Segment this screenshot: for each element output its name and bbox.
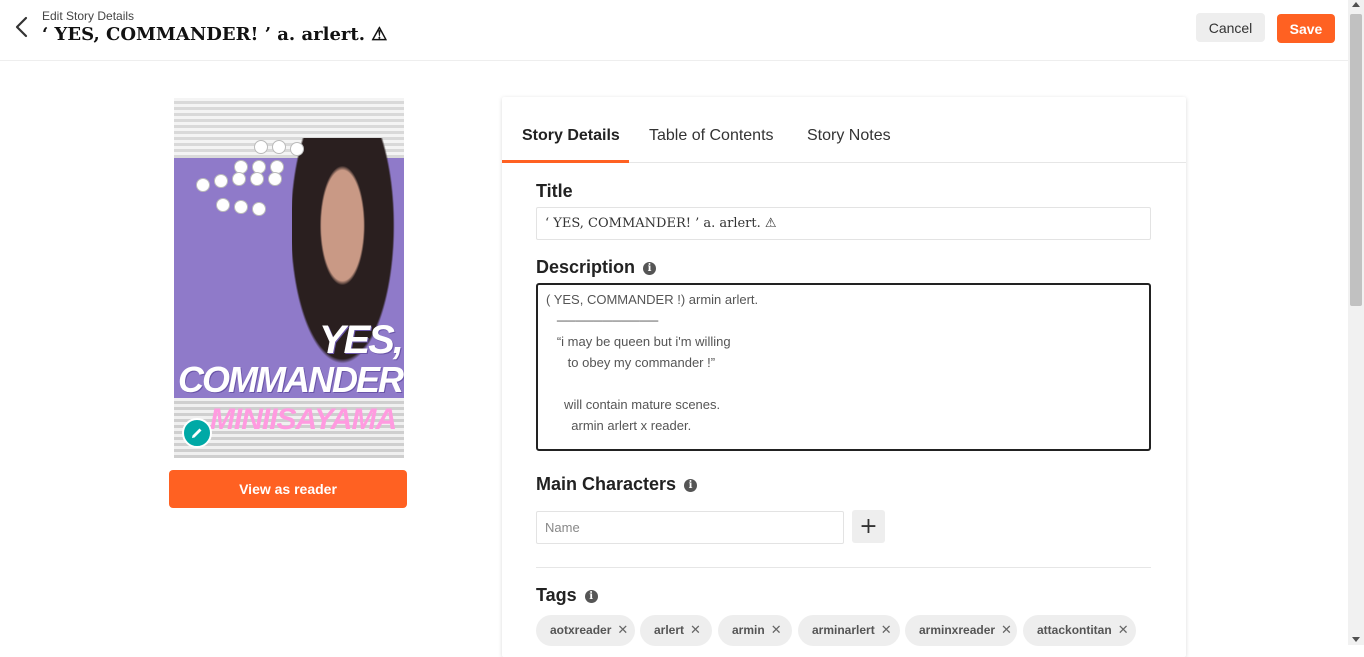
tags-label: Tags <box>536 585 577 605</box>
scroll-down-arrow-icon[interactable] <box>1352 637 1360 642</box>
tag-chip[interactable]: attackontitan ✕ <box>1023 615 1136 646</box>
tab-story-notes[interactable]: Story Notes <box>807 127 891 145</box>
cover-author-line: MINIISAYAMA <box>209 403 397 436</box>
description-label-row: Description i <box>536 257 657 278</box>
story-details-panel: Story Details Table of Contents Story No… <box>502 97 1186 657</box>
remove-tag-icon[interactable]: ✕ <box>1118 623 1129 638</box>
tag-list: aotxreader ✕ arlert ✕ armin ✕ arminarlert ✕ … <box>536 615 1176 647</box>
title-label: Title <box>536 181 573 201</box>
tags-label-row: Tags i <box>536 585 598 606</box>
page-scrollbar[interactable] <box>1348 0 1364 645</box>
active-tab-indicator <box>502 160 629 163</box>
main-characters-label-row: Main Characters i <box>536 474 698 495</box>
tag-chip[interactable]: arminarlert ✕ <box>798 615 900 646</box>
info-icon[interactable]: i <box>584 590 598 603</box>
cover-letter-beads <box>194 138 304 218</box>
tag-chip[interactable]: arminxreader ✕ <box>905 615 1017 646</box>
edit-cover-pencil-icon[interactable] <box>182 418 212 448</box>
scrollbar-thumb[interactable] <box>1350 14 1362 306</box>
remove-tag-icon[interactable]: ✕ <box>771 623 782 638</box>
cover-title-line1: YES, <box>318 318 404 362</box>
tab-table-of-contents[interactable]: Table of Contents <box>649 127 774 145</box>
cover-title-line2: COMMANDER <box>178 359 404 400</box>
tab-story-details[interactable]: Story Details <box>522 127 620 145</box>
breadcrumb: Edit Story Details <box>42 9 135 23</box>
tag-chip[interactable]: armin ✕ <box>718 615 792 646</box>
remove-tag-icon[interactable]: ✕ <box>1001 623 1012 638</box>
tag-chip[interactable]: aotxreader ✕ <box>536 615 635 646</box>
title-input[interactable]: ‘ YES, COMMANDER! ’ a. arlert. ⚠ <box>536 207 1151 240</box>
story-cover-image: YES, COMMANDER MINIISAYAMA <box>174 98 404 458</box>
page-title: ‘ YES, COMMANDER! ’ a. arlert. ⚠ <box>42 24 388 45</box>
character-name-input[interactable]: Name <box>536 511 844 544</box>
save-button[interactable]: Save <box>1277 14 1335 43</box>
tag-chip[interactable]: arlert ✕ <box>640 615 712 646</box>
scroll-up-arrow-icon[interactable] <box>1352 2 1360 7</box>
remove-tag-icon[interactable]: ✕ <box>690 623 701 638</box>
back-arrow-icon[interactable] <box>12 14 32 40</box>
tab-bar: Story Details Table of Contents Story No… <box>502 97 1186 163</box>
info-icon[interactable]: i <box>643 262 657 275</box>
section-divider <box>536 567 1151 568</box>
add-character-button[interactable]: + <box>852 510 885 543</box>
info-icon[interactable]: i <box>684 479 698 492</box>
description-label: Description <box>536 257 636 277</box>
remove-tag-icon[interactable]: ✕ <box>881 623 892 638</box>
top-bar: Edit Story Details ‘ YES, COMMANDER! ’ a… <box>0 0 1348 61</box>
remove-tag-icon[interactable]: ✕ <box>617 623 628 638</box>
cancel-button[interactable]: Cancel <box>1196 13 1265 42</box>
main-characters-label: Main Characters <box>536 474 677 494</box>
description-textarea[interactable]: ( YES, COMMANDER !) armin arlert. ──────… <box>536 283 1151 451</box>
view-as-reader-button[interactable]: View as reader <box>169 470 407 508</box>
